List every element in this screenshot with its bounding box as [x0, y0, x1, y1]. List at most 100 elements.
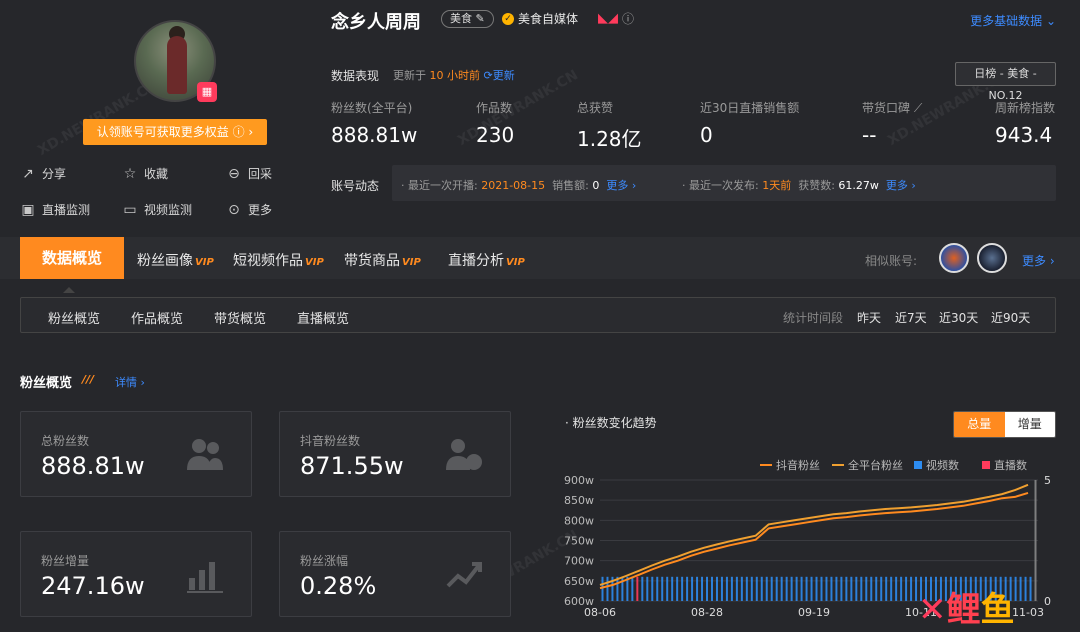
favorite-button[interactable]: ☆ 收藏	[122, 165, 168, 182]
video-bar	[701, 576, 704, 601]
video-bar	[750, 576, 753, 601]
tab-pointer	[63, 287, 75, 293]
video-bar	[740, 576, 743, 601]
stat-value: 0	[700, 123, 713, 147]
video-bar	[770, 576, 773, 601]
video-bar	[850, 576, 853, 601]
stat-card-total-fans: 总粉丝数 888.81w	[20, 411, 252, 497]
brand-logo: ✕鲤鱼	[918, 590, 1015, 630]
tab-data-overview[interactable]: 数据概览	[20, 237, 124, 279]
y2-tick-label: 5	[1044, 474, 1051, 487]
toggle-total[interactable]: 总量	[954, 412, 1005, 437]
chart-title: · 粉丝数变化趋势	[565, 416, 657, 430]
video-bar	[641, 576, 644, 601]
users-icon	[446, 439, 482, 470]
trend-up-icon	[446, 562, 482, 588]
verified-badge: ✓ 美食自媒体	[502, 10, 578, 27]
video-bar	[755, 576, 758, 601]
stat-card-fan-growth: 粉丝增量 247.16w	[20, 531, 252, 617]
live-more-link[interactable]: 更多 ›	[606, 179, 636, 192]
video-bar	[691, 576, 694, 601]
range-yesterday[interactable]: 昨天	[857, 309, 881, 326]
video-bar	[780, 576, 783, 601]
star-icon: ☆	[123, 165, 137, 182]
subtab-goods[interactable]: 带货概览	[214, 308, 266, 327]
more-actions-button[interactable]: ⊙ 更多	[226, 201, 272, 218]
video-bar	[715, 576, 718, 601]
bar-growth-icon	[187, 562, 223, 593]
video-bar	[775, 576, 778, 601]
info-icon[interactable]: ⓘ	[622, 10, 634, 27]
subtab-live[interactable]: 直播概览	[297, 308, 349, 327]
y-tick-label: 750w	[564, 535, 594, 548]
video-icon: ▭	[123, 201, 137, 218]
tab-products[interactable]: 带货商品 VIP	[344, 250, 421, 270]
more-basic-data-link[interactable]: 更多基础数据 ⌄	[970, 12, 1056, 29]
tab-short-video[interactable]: 短视频作品 VIP	[233, 250, 324, 270]
video-bar	[785, 576, 788, 601]
tab-live-analysis[interactable]: 直播分析 VIP	[448, 250, 525, 270]
video-bar	[795, 576, 798, 601]
stat-label: 近30日直播销售额	[700, 101, 800, 115]
video-bar	[1029, 576, 1032, 601]
video-bar	[720, 576, 723, 601]
chart-icon: ⟋	[913, 101, 923, 115]
video-bar	[825, 576, 828, 601]
time-range-label: 统计时间段	[783, 311, 844, 325]
video-bar	[1024, 576, 1027, 601]
tab-fan-portrait[interactable]: 粉丝画像 VIP	[137, 250, 214, 270]
stat-label: 粉丝数(全平台)	[331, 101, 413, 115]
video-bar	[830, 576, 833, 601]
toggle-increment[interactable]: 增量	[1004, 412, 1055, 437]
rank-badge[interactable]: 日榜 - 美食 - NO.12	[955, 62, 1056, 102]
post-more-link[interactable]: 更多 ›	[886, 179, 916, 192]
video-bar	[730, 576, 733, 601]
video-bar	[671, 576, 674, 601]
video-bar	[651, 576, 654, 601]
video-bar	[810, 576, 813, 601]
video-bar	[845, 576, 848, 601]
qr-code-icon[interactable]: ▦	[197, 82, 217, 102]
range-30-days[interactable]: 近30天	[939, 309, 978, 326]
stat-label: 周新榜指数	[995, 101, 1056, 115]
data-performance-label: 数据表现	[331, 69, 380, 83]
video-bar	[1014, 576, 1017, 601]
subtab-fans[interactable]: 粉丝概览	[48, 308, 100, 327]
similar-account-avatar[interactable]	[977, 243, 1007, 273]
share-button[interactable]: ↗ 分享	[20, 165, 66, 182]
video-bar	[631, 576, 634, 601]
video-bar	[601, 576, 604, 601]
account-dynamics-label: 账号动态	[331, 179, 380, 193]
video-bar	[745, 576, 748, 601]
stat-label: 总获赞	[577, 101, 614, 115]
range-7-days[interactable]: 近7天	[895, 309, 927, 326]
video-bar	[1019, 576, 1022, 601]
video-bar	[661, 576, 664, 601]
video-bar	[710, 576, 713, 601]
update-info: 更新于 10 小时前 ⟳更新	[393, 69, 515, 82]
y-tick-label: 850w	[564, 494, 594, 507]
video-bar	[900, 576, 903, 601]
account-name: 念乡人周周	[331, 12, 421, 33]
video-bar	[870, 576, 873, 601]
refresh-button[interactable]: ⟳更新	[484, 69, 515, 82]
chart-mode-toggle: 总量 增量	[953, 411, 1056, 438]
similar-more-link[interactable]: 更多 ›	[1022, 252, 1055, 269]
subtab-works[interactable]: 作品概览	[131, 308, 183, 327]
y-tick-label: 900w	[564, 474, 594, 487]
video-monitor-button[interactable]: ▭ 视频监测	[122, 201, 192, 218]
video-bar	[815, 576, 818, 601]
range-90-days[interactable]: 近90天	[991, 309, 1030, 326]
stat-value: --	[862, 123, 877, 147]
stat-value: 230	[476, 123, 515, 147]
category-tag[interactable]: 美食 ✎	[441, 10, 494, 28]
live-bar	[636, 576, 639, 601]
claim-account-button[interactable]: 认领账号可获取更多权益 ⓘ ›	[83, 119, 267, 145]
y-tick-label: 700w	[564, 555, 594, 568]
video-bar	[875, 576, 878, 601]
video-bar	[840, 576, 843, 601]
live-monitor-button[interactable]: ▣ 直播监测	[20, 201, 90, 218]
recollect-button[interactable]: ⊖ 回采	[226, 165, 272, 182]
similar-account-avatar[interactable]	[939, 243, 969, 273]
section-detail-link[interactable]: 详情 ›	[115, 374, 145, 390]
